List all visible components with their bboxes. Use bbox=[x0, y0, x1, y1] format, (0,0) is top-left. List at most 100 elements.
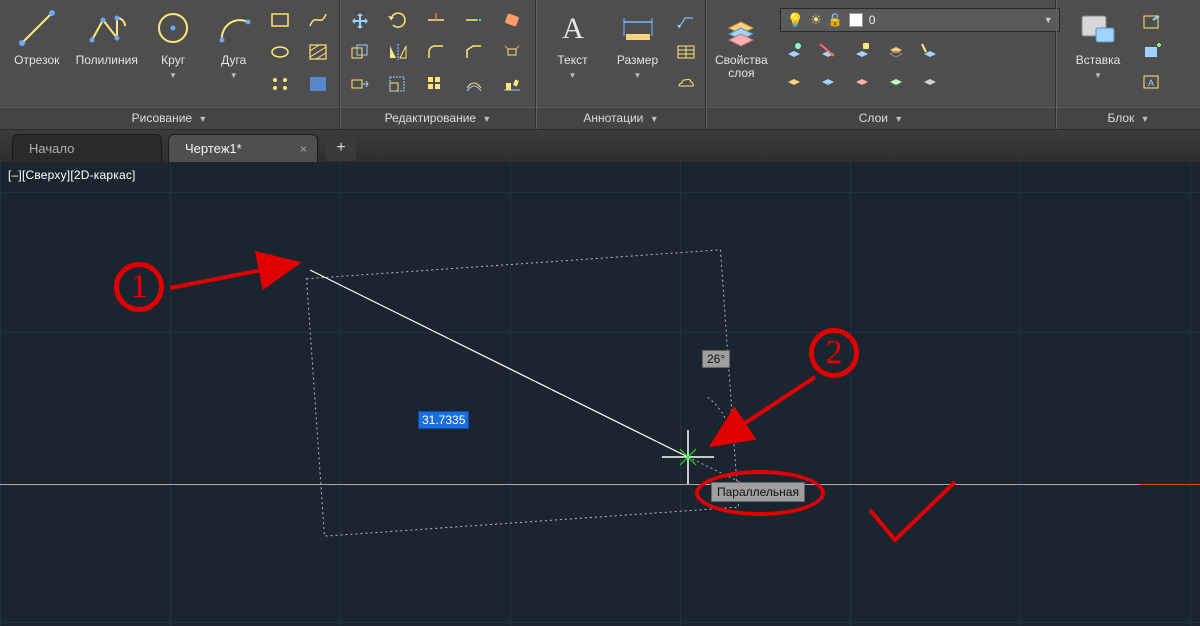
tab-drawing1[interactable]: Чертеж1* × bbox=[168, 134, 318, 162]
copy-icon[interactable] bbox=[347, 40, 373, 64]
annotation-marker-1: 1 bbox=[114, 262, 164, 312]
layer-freeze-icon[interactable] bbox=[780, 38, 806, 62]
text-icon: A bbox=[551, 6, 595, 50]
ellipse-icon[interactable] bbox=[267, 40, 293, 64]
layer-properties-icon bbox=[719, 6, 763, 50]
region-icon[interactable] bbox=[305, 72, 331, 96]
panel-drawing-title-label: Рисование bbox=[132, 111, 192, 125]
insert-block-icon bbox=[1076, 6, 1120, 50]
tool-circle[interactable]: Круг ▼ bbox=[146, 4, 201, 103]
dynamic-angle-readout: 26° bbox=[702, 350, 730, 368]
move-icon[interactable] bbox=[347, 8, 373, 32]
layer-a-icon[interactable] bbox=[780, 68, 806, 92]
layer-b-icon[interactable] bbox=[814, 68, 840, 92]
table-icon[interactable] bbox=[673, 40, 699, 64]
layer-match-icon[interactable] bbox=[916, 38, 942, 62]
tool-text-label: Текст bbox=[557, 54, 587, 67]
block-attr-icon[interactable]: A bbox=[1139, 70, 1165, 94]
explode-icon[interactable] bbox=[499, 40, 525, 64]
panel-annotation-title-label: Аннотации bbox=[583, 111, 643, 125]
panel-block-title[interactable]: Блок ▼ bbox=[1057, 107, 1200, 129]
panel-drawing-title[interactable]: Рисование ▼ bbox=[0, 107, 339, 129]
rect-icon[interactable] bbox=[267, 8, 293, 32]
dropdown-icon: ▼ bbox=[569, 71, 577, 80]
block-edit-icon[interactable] bbox=[1139, 10, 1165, 34]
layer-lock-icon[interactable] bbox=[848, 38, 874, 62]
panel-annotation-title[interactable]: Аннотации ▼ bbox=[537, 107, 705, 129]
tab-start[interactable]: Начало bbox=[12, 134, 162, 162]
tool-arc[interactable]: Дуга ▼ bbox=[206, 4, 261, 103]
tab-start-label: Начало bbox=[29, 141, 74, 156]
tool-dimension-label: Размер bbox=[617, 54, 658, 67]
tab-drawing1-label: Чертеж1* bbox=[185, 141, 242, 156]
align-icon[interactable] bbox=[499, 72, 525, 96]
offset-icon[interactable] bbox=[461, 72, 487, 96]
layer-color-swatch bbox=[849, 13, 863, 27]
panel-edit-title[interactable]: Редактирование ▼ bbox=[341, 107, 535, 129]
dynamic-length-input[interactable]: 31.7335 bbox=[418, 411, 469, 429]
dropdown-icon: ▼ bbox=[650, 114, 659, 124]
tool-dimension[interactable]: Размер ▼ bbox=[608, 4, 667, 103]
annotation-marker-2: 2 bbox=[809, 328, 859, 378]
fillet-icon[interactable] bbox=[423, 40, 449, 64]
tool-arc-label: Дуга bbox=[221, 54, 246, 67]
layer-iso-icon[interactable] bbox=[882, 38, 908, 62]
panel-layers: Свойства слоя 💡 ☀ 🔓 0 ▼ bbox=[706, 0, 1056, 129]
array-icon[interactable] bbox=[423, 72, 449, 96]
leader-icon[interactable] bbox=[673, 10, 699, 34]
rotate-icon[interactable] bbox=[385, 8, 411, 32]
dropdown-icon: ▼ bbox=[169, 71, 177, 80]
panel-layers-title[interactable]: Слои ▼ bbox=[707, 107, 1055, 129]
lock-icon: 🔓 bbox=[828, 13, 843, 27]
tool-line[interactable]: Отрезок bbox=[6, 4, 68, 103]
line-icon bbox=[15, 6, 59, 50]
drawing-canvas[interactable]: [–][Сверху][2D-каркас] 31.7335 26° Парал… bbox=[0, 162, 1200, 626]
tool-insert-block-label: Вставка bbox=[1076, 54, 1121, 67]
scale-icon[interactable] bbox=[385, 72, 411, 96]
dropdown-icon: ▼ bbox=[198, 114, 207, 124]
viewport-label[interactable]: [–][Сверху][2D-каркас] bbox=[8, 168, 136, 182]
layer-selector[interactable]: 💡 ☀ 🔓 0 ▼ bbox=[780, 8, 1060, 32]
tool-polyline-label: Полилиния bbox=[76, 54, 138, 67]
panel-block-title-label: Блок bbox=[1107, 111, 1134, 125]
panel-block: Вставка ▼ A Блок ▼ bbox=[1056, 0, 1200, 129]
layer-d-icon[interactable] bbox=[882, 68, 908, 92]
block-create-icon[interactable] bbox=[1139, 40, 1165, 64]
stretch-icon[interactable] bbox=[347, 72, 373, 96]
tool-line-label: Отрезок bbox=[14, 54, 59, 67]
dropdown-icon: ▼ bbox=[482, 114, 491, 124]
mirror-icon[interactable] bbox=[385, 40, 411, 64]
annotation-ellipse bbox=[695, 470, 825, 516]
dropdown-icon: ▼ bbox=[1141, 114, 1150, 124]
chamfer-icon[interactable] bbox=[461, 40, 487, 64]
tool-circle-label: Круг bbox=[161, 54, 185, 67]
new-tab-button[interactable]: + bbox=[326, 135, 356, 161]
x-axis-line bbox=[0, 484, 1200, 485]
tool-insert-block[interactable]: Вставка ▼ bbox=[1063, 4, 1133, 103]
dropdown-icon: ▼ bbox=[230, 71, 238, 80]
layer-e-icon[interactable] bbox=[916, 68, 942, 92]
extend-icon[interactable] bbox=[461, 8, 487, 32]
hatch-icon[interactable] bbox=[305, 40, 331, 64]
layer-c-icon[interactable] bbox=[848, 68, 874, 92]
panel-edit: Редактирование ▼ bbox=[340, 0, 536, 129]
dropdown-icon: ▼ bbox=[1094, 71, 1102, 80]
trim-icon[interactable] bbox=[423, 8, 449, 32]
lightbulb-icon: 💡 bbox=[787, 12, 804, 29]
dropdown-icon: ▼ bbox=[1044, 15, 1053, 25]
draw-more-tools bbox=[267, 4, 333, 103]
tool-layer-props[interactable]: Свойства слоя bbox=[713, 4, 770, 103]
layer-off-icon[interactable] bbox=[814, 38, 840, 62]
polyline-icon bbox=[85, 6, 129, 50]
tool-polyline[interactable]: Полилиния bbox=[74, 4, 140, 103]
tool-text[interactable]: A Текст ▼ bbox=[543, 4, 602, 103]
svg-text:A: A bbox=[562, 12, 584, 45]
dimension-icon bbox=[616, 6, 660, 50]
erase-icon[interactable] bbox=[499, 8, 525, 32]
close-icon[interactable]: × bbox=[300, 142, 307, 156]
point-icon[interactable] bbox=[267, 72, 293, 96]
dropdown-icon: ▼ bbox=[634, 71, 642, 80]
cloud-icon[interactable] bbox=[673, 70, 699, 94]
edit-tools bbox=[347, 4, 527, 103]
spline-icon[interactable] bbox=[305, 8, 331, 32]
